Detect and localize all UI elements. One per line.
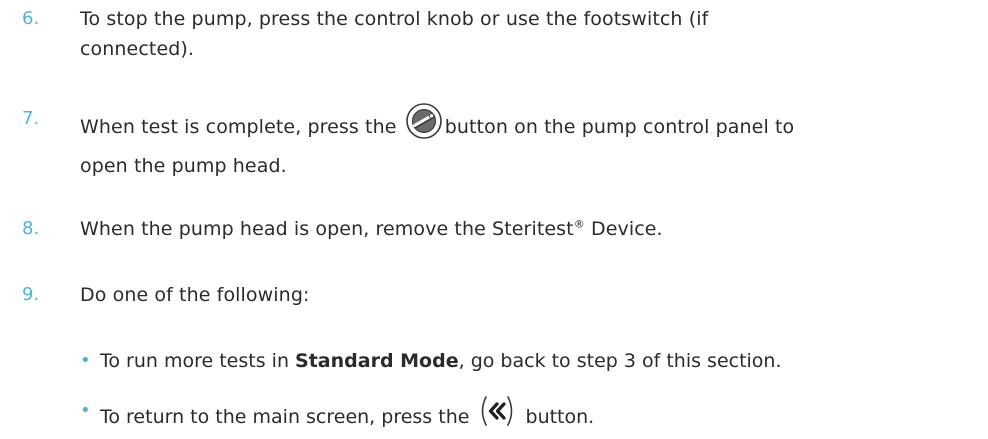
bullet-suffix: button. bbox=[519, 406, 595, 428]
step-text: Do one of the following: bbox=[80, 280, 980, 310]
step-number: 7. bbox=[22, 108, 40, 129]
step-line: connected). bbox=[80, 38, 195, 60]
step-line: When the pump head is open, remove the S… bbox=[80, 214, 980, 244]
bullet-prefix: To run more tests in bbox=[100, 350, 296, 372]
step-text: When test is complete, press the button … bbox=[80, 102, 980, 181]
bullet-icon: • bbox=[80, 350, 91, 371]
step-text-after-icon: button on the pump control panel to bbox=[444, 116, 795, 138]
step-line: open the pump head. bbox=[80, 155, 287, 177]
step-line: When test is complete, press the button … bbox=[80, 102, 980, 151]
step-number: 6. bbox=[22, 8, 40, 29]
bullet-prefix: To return to the main screen, press the bbox=[100, 406, 476, 428]
bullet-text: To return to the main screen, press the … bbox=[100, 396, 980, 439]
bullet-text: To run more tests in Standard Mode, go b… bbox=[100, 346, 980, 376]
step-line: Do one of the following: bbox=[80, 284, 310, 306]
instruction-page: 6. To stop the pump, press the control k… bbox=[0, 0, 988, 436]
step-text-before-icon: When test is complete, press the bbox=[80, 116, 403, 138]
standard-mode-label: Standard Mode bbox=[295, 350, 459, 372]
step-number: 9. bbox=[22, 284, 40, 305]
bullet-suffix: , go back to step 3 of this section. bbox=[458, 350, 782, 372]
step-text-before-mark: When the pump head is open, remove the S… bbox=[80, 218, 574, 240]
step-text-after-mark: Device. bbox=[584, 218, 663, 240]
pump-head-open-icon bbox=[405, 102, 443, 149]
registered-mark: ® bbox=[573, 217, 585, 231]
bullet-icon: • bbox=[80, 400, 91, 421]
step-text: To stop the pump, press the control knob… bbox=[80, 4, 980, 64]
back-double-chevron-icon bbox=[477, 394, 517, 437]
step-line: To stop the pump, press the control knob… bbox=[80, 8, 709, 30]
step-number: 8. bbox=[22, 218, 40, 239]
step-text: When the pump head is open, remove the S… bbox=[80, 214, 980, 244]
